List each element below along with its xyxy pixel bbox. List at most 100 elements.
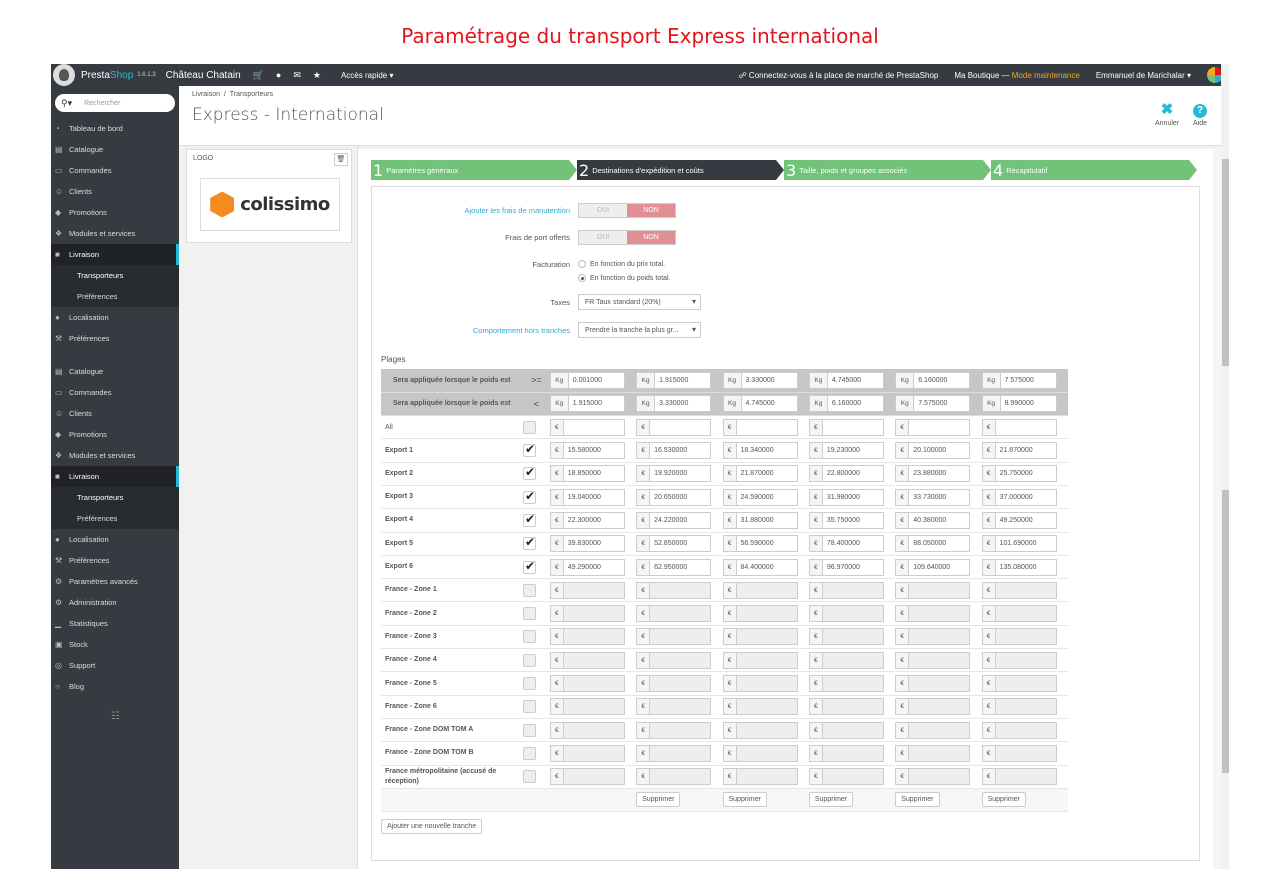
zone-price-input[interactable]: €	[808, 651, 884, 669]
zone-price-input[interactable]: €101.690000	[981, 535, 1057, 553]
zone-price-input[interactable]: €21.870000	[722, 465, 798, 483]
user-menu[interactable]: Emmanuel de Marichalar ▾	[1096, 71, 1191, 80]
zone-price-input[interactable]: €	[895, 768, 971, 786]
sidebar-item-modules-et-services[interactable]: ❖ Modules et services	[51, 445, 179, 466]
input-value[interactable]	[650, 582, 711, 598]
zone-price-input[interactable]: €	[895, 651, 971, 669]
handling-no[interactable]: NON	[627, 204, 675, 217]
zone-price-input[interactable]: €	[722, 768, 798, 786]
range-to-input[interactable]: Kg 4.745000	[722, 395, 798, 413]
delete-range-button[interactable]: Supprimer	[722, 792, 767, 808]
zone-checkbox[interactable]	[522, 442, 536, 458]
all-zones-checkbox[interactable]	[522, 420, 536, 434]
zone-checkbox[interactable]	[522, 700, 536, 714]
input-value[interactable]: 78.400000	[823, 536, 883, 551]
zone-price-input[interactable]: €	[981, 744, 1057, 762]
sidebar-item-préférences[interactable]: Préférences	[51, 508, 179, 529]
input-value[interactable]	[909, 420, 969, 435]
input-value[interactable]	[563, 745, 624, 761]
zone-price-input[interactable]: €	[808, 721, 884, 739]
input-value[interactable]	[650, 629, 711, 645]
zone-price-input[interactable]: €	[549, 651, 625, 669]
zone-price-input[interactable]: €	[636, 628, 712, 646]
input-value[interactable]	[995, 745, 1056, 761]
delete-logo-button[interactable]: 🗑	[334, 153, 348, 166]
zone-price-input[interactable]: €	[722, 675, 798, 692]
zone-price-input[interactable]: €	[808, 698, 884, 716]
zone-price-input[interactable]: €	[808, 605, 884, 623]
zone-price-input[interactable]: €	[636, 768, 712, 786]
sidebar-item-clients[interactable]: ☺ Clients	[51, 403, 179, 424]
delete-range-button[interactable]: Supprimer	[808, 792, 854, 808]
input-value[interactable]	[650, 769, 711, 785]
zone-price-input[interactable]: €	[636, 605, 712, 623]
cancel-button[interactable]: ✖ Annuler	[1155, 100, 1179, 127]
range-from-input[interactable]: Kg 3.330000	[722, 371, 798, 389]
page-scrollbar[interactable]	[1221, 64, 1229, 869]
input-value[interactable]	[736, 722, 797, 738]
handling-toggle[interactable]: OUI NON	[578, 203, 676, 218]
range-to-input[interactable]: Kg 1.915000	[549, 395, 625, 413]
input-value[interactable]: 49.290000	[564, 560, 624, 575]
zone-price-input[interactable]: €	[808, 744, 884, 762]
input-value[interactable]: 96.970000	[823, 560, 883, 575]
wizard-step-4[interactable]: 4 Récapitulatif	[991, 160, 1197, 180]
page-scrollbar-thumb[interactable]	[1222, 490, 1229, 773]
sidebar-item-transporteurs[interactable]: Transporteurs	[51, 265, 179, 286]
zone-price-input[interactable]: €84.400000	[722, 558, 798, 576]
sidebar-item-livraison[interactable]: ■ Livraison	[51, 244, 179, 265]
zone-checkbox[interactable]	[522, 535, 536, 551]
input-value[interactable]	[650, 722, 711, 738]
sidebar-item-préférences[interactable]: Préférences	[51, 286, 179, 307]
input-value[interactable]	[563, 582, 624, 598]
zone-price-input[interactable]: €16.530000	[636, 442, 712, 460]
sidebar-item-stock[interactable]: ▣ Stock	[51, 634, 179, 655]
zone-price-input[interactable]: €	[549, 768, 625, 786]
zone-price-input[interactable]: €109.640000	[895, 558, 971, 576]
zone-price-input[interactable]: €	[722, 744, 798, 762]
input-value[interactable]: 33.730000	[909, 490, 969, 505]
input-value[interactable]: 7.575000	[914, 396, 969, 411]
input-value[interactable]	[736, 699, 797, 715]
zone-price-input[interactable]: €31.980000	[808, 488, 884, 506]
input-value[interactable]: 1.915000	[655, 373, 710, 388]
zone-price-input[interactable]: €88.050000	[895, 535, 971, 553]
input-value[interactable]: 19.920000	[650, 466, 710, 481]
sidebar-item-support[interactable]: ◎ Support	[51, 655, 179, 676]
shop-name[interactable]: Château Chatain	[166, 70, 241, 81]
zone-price-input[interactable]: €19.040000	[549, 488, 625, 506]
input-value[interactable]	[563, 652, 624, 668]
help-button[interactable]: ? Aide	[1193, 100, 1207, 127]
zone-price-input[interactable]: €15.580000	[549, 442, 625, 460]
input-value[interactable]: 109.640000	[909, 560, 969, 575]
billing-weight-radio[interactable]	[578, 274, 586, 282]
sidebar-item-clients[interactable]: ☺ Clients	[51, 181, 179, 202]
zone-price-input[interactable]: €22.300000	[549, 511, 625, 529]
input-value[interactable]: 0.001000	[569, 373, 624, 388]
sidebar-item-modules-et-services[interactable]: ❖ Modules et services	[51, 223, 179, 244]
input-value[interactable]	[563, 769, 624, 785]
zone-price-input[interactable]: €	[722, 651, 798, 669]
sidebar-item-tableau-de-bord[interactable]: ◔ Tableau de bord	[51, 118, 179, 139]
zone-price-input[interactable]: €21.870000	[981, 442, 1057, 460]
input-value[interactable]: 22.800000	[823, 466, 883, 481]
range-to-input[interactable]: Kg 8.990000	[981, 395, 1057, 413]
billing-price-option[interactable]: En fonction du prix total.	[578, 257, 671, 271]
zone-price-input[interactable]: €	[549, 698, 625, 716]
sidebar-item-livraison[interactable]: ■ Livraison	[51, 466, 179, 487]
range-to-input[interactable]: Kg 6.160000	[808, 395, 884, 413]
range-from-input[interactable]: Kg 6.160000	[895, 371, 971, 389]
input-value[interactable]: 18.340000	[737, 443, 797, 458]
range-from-input[interactable]: Kg 7.575000	[981, 371, 1057, 389]
zone-checkbox[interactable]	[522, 607, 536, 621]
sidebar-item-préférences[interactable]: ⚒ Préférences	[51, 550, 179, 571]
zone-price-input[interactable]: €23.880000	[895, 465, 971, 483]
sidebar-item-commandes[interactable]: ▭ Commandes	[51, 382, 179, 403]
input-value[interactable]	[650, 745, 711, 761]
trophy-icon[interactable]: ★	[313, 70, 321, 81]
input-value[interactable]: 24.590000	[737, 490, 797, 505]
zone-price-input[interactable]: €	[549, 744, 625, 762]
input-value[interactable]: 1.915000	[569, 396, 624, 411]
input-value[interactable]: 101.690000	[996, 536, 1056, 551]
input-value[interactable]	[909, 722, 970, 738]
